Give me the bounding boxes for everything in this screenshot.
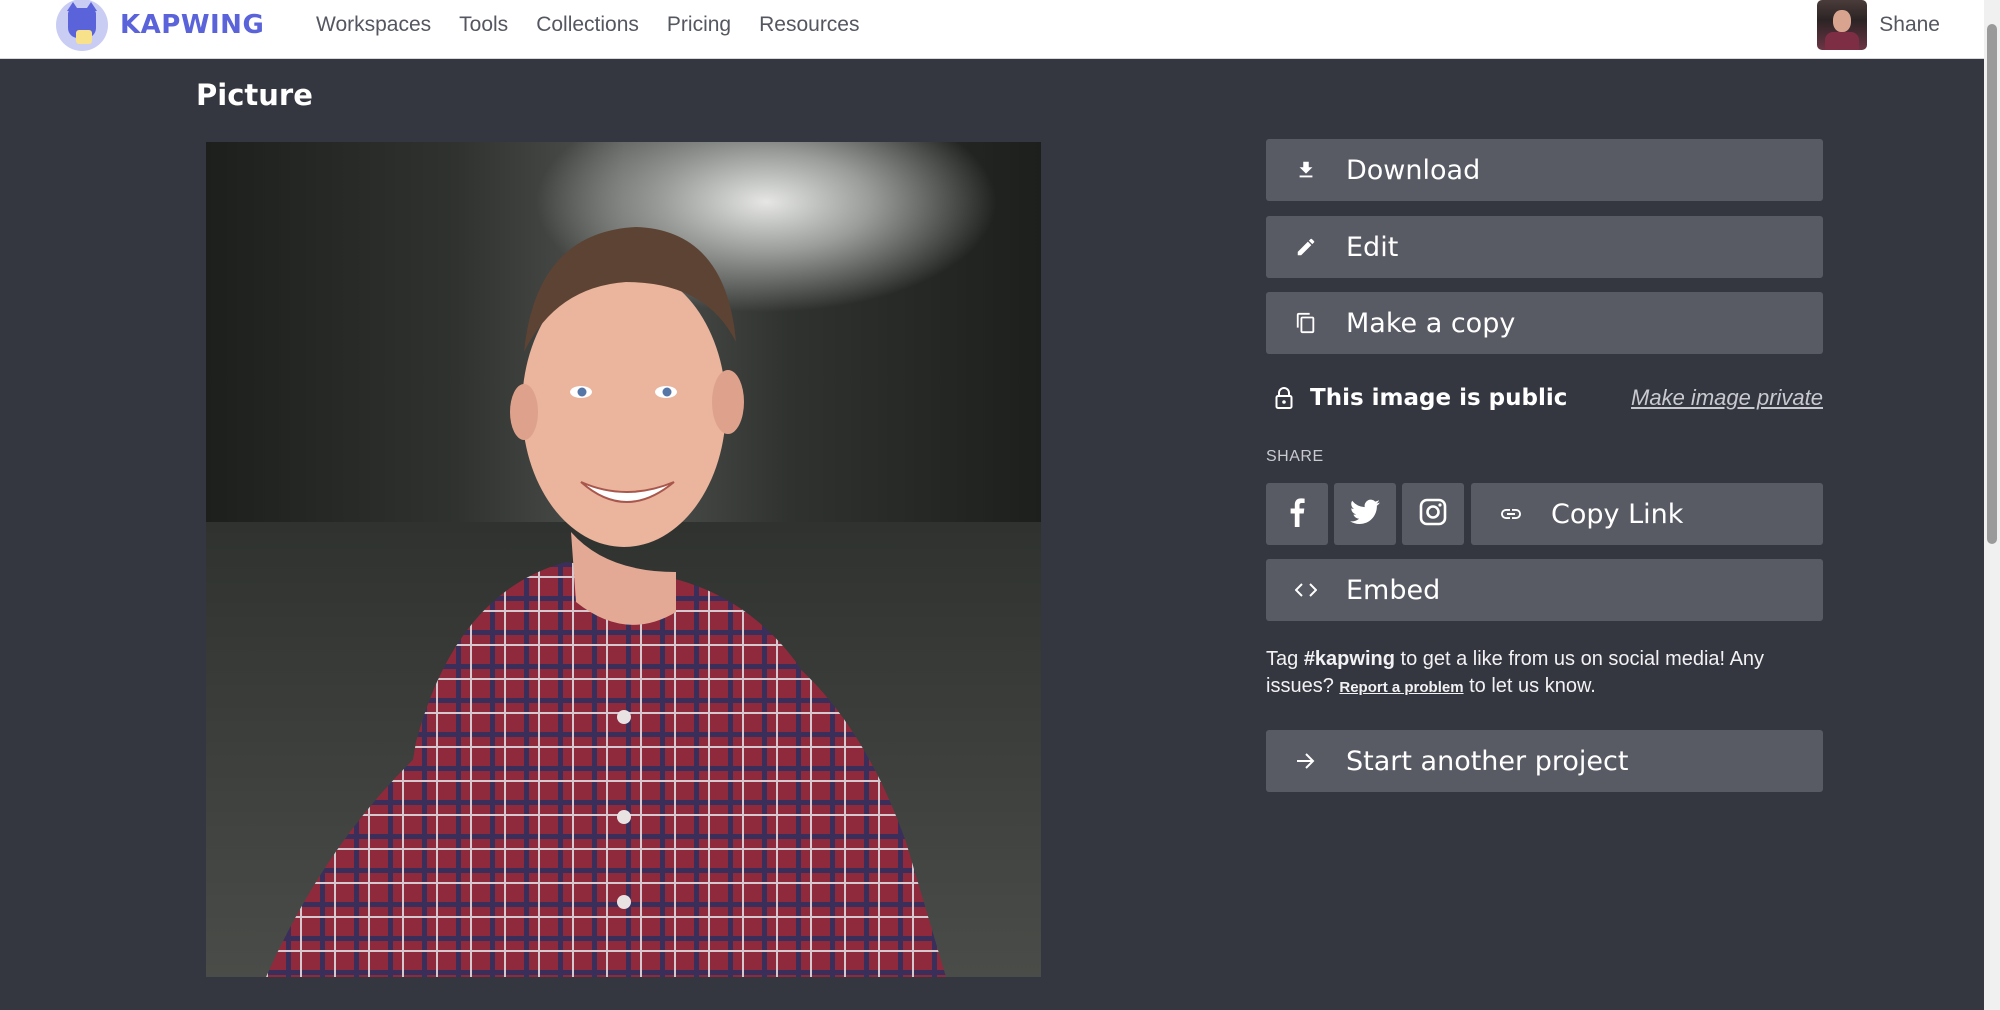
main-nav: Workspaces Tools Collections Pricing Res… bbox=[316, 0, 888, 50]
pencil-icon bbox=[1266, 236, 1346, 258]
nav-resources[interactable]: Resources bbox=[759, 13, 859, 37]
share-heading: SHARE bbox=[1266, 448, 1324, 465]
brand-name: KAPWING bbox=[120, 10, 265, 40]
instagram-share-button[interactable] bbox=[1402, 483, 1464, 545]
embed-label: Embed bbox=[1346, 574, 1441, 606]
facebook-share-button[interactable] bbox=[1266, 483, 1328, 545]
logo[interactable]: KAPWING bbox=[56, 0, 265, 51]
facebook-icon bbox=[1289, 497, 1305, 532]
image-preview bbox=[206, 142, 1041, 977]
code-icon bbox=[1266, 582, 1346, 598]
avatar[interactable] bbox=[1817, 0, 1868, 50]
start-another-project-label: Start another project bbox=[1346, 745, 1629, 777]
nav-pricing[interactable]: Pricing bbox=[667, 13, 731, 37]
make-private-link[interactable]: Make image private bbox=[1631, 385, 1823, 411]
download-icon bbox=[1266, 159, 1346, 181]
embed-button[interactable]: Embed bbox=[1266, 559, 1823, 621]
nav-collections[interactable]: Collections bbox=[536, 13, 639, 37]
instagram-icon bbox=[1419, 498, 1447, 531]
scrollbar[interactable] bbox=[1984, 0, 2000, 1010]
make-copy-label: Make a copy bbox=[1346, 307, 1516, 339]
download-button[interactable]: Download bbox=[1266, 139, 1823, 201]
link-icon bbox=[1471, 507, 1551, 521]
kapwing-cat-icon bbox=[56, 0, 108, 51]
report-problem-link[interactable]: Report a problem bbox=[1339, 679, 1463, 696]
hashtag: #kapwing bbox=[1303, 648, 1395, 670]
privacy-row: This image is public Make image private bbox=[1266, 375, 1823, 421]
user-name[interactable]: Shane bbox=[1879, 13, 1940, 37]
download-label: Download bbox=[1346, 154, 1481, 186]
page-title: Picture bbox=[196, 78, 313, 112]
lock-icon bbox=[1266, 387, 1302, 409]
user-menu[interactable]: Shane bbox=[1817, 0, 1940, 50]
privacy-status: This image is public bbox=[1310, 385, 1568, 411]
nav-tools[interactable]: Tools bbox=[459, 13, 508, 37]
make-copy-button[interactable]: Make a copy bbox=[1266, 292, 1823, 354]
copy-icon bbox=[1266, 311, 1346, 335]
twitter-icon bbox=[1350, 499, 1380, 530]
edit-button[interactable]: Edit bbox=[1266, 216, 1823, 278]
edit-label: Edit bbox=[1346, 231, 1399, 263]
scrollbar-thumb[interactable] bbox=[1987, 24, 1997, 544]
twitter-share-button[interactable] bbox=[1334, 483, 1396, 545]
copy-link-button[interactable]: Copy Link bbox=[1471, 483, 1823, 545]
arrow-right-icon bbox=[1266, 752, 1346, 770]
nav-workspaces[interactable]: Workspaces bbox=[316, 13, 431, 37]
top-nav: KAPWING Workspaces Tools Collections Pri… bbox=[0, 0, 2000, 59]
tag-message: Tag #kapwing to get a like from us on so… bbox=[1266, 648, 1765, 697]
start-another-project-button[interactable]: Start another project bbox=[1266, 730, 1823, 792]
copy-link-label: Copy Link bbox=[1551, 498, 1684, 530]
